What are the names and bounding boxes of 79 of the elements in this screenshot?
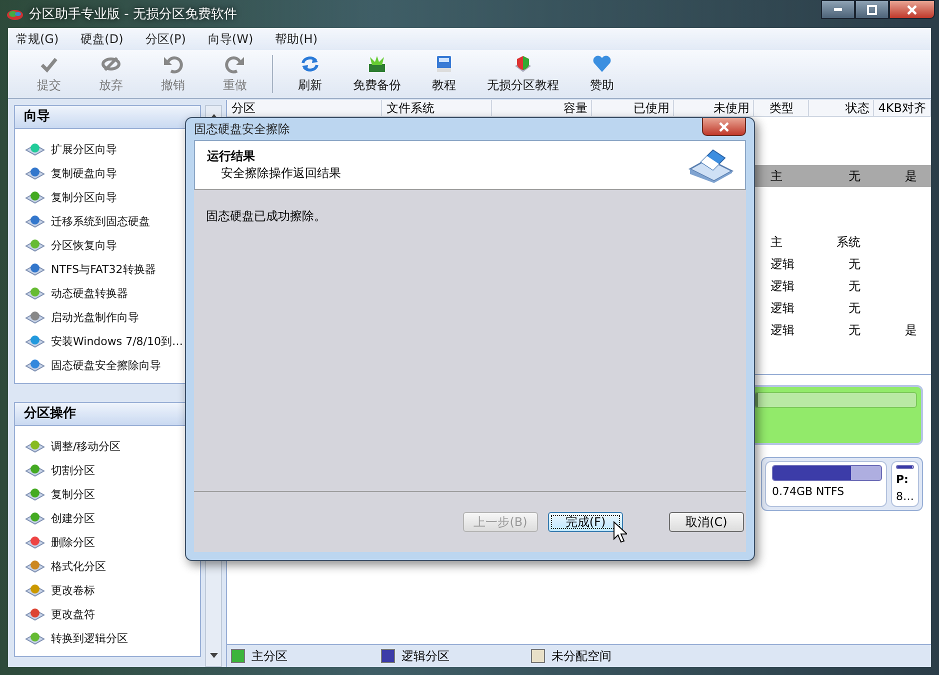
sidebar-item[interactable]: 删除分区 bbox=[51, 534, 95, 550]
close-button[interactable] bbox=[702, 118, 746, 136]
menu-item[interactable]: 硬盘(D) bbox=[78, 30, 134, 48]
sidebar-item[interactable]: 转换到逻辑分区 bbox=[51, 630, 128, 646]
maximize-button[interactable] bbox=[855, 0, 889, 19]
sidebar-item[interactable]: 扩展分区向导 bbox=[51, 142, 117, 156]
dialog-button[interactable]: 取消(C) bbox=[669, 512, 744, 532]
sidebar-item[interactable]: 切割分区 bbox=[51, 462, 95, 478]
scroll-down-icon bbox=[210, 653, 218, 658]
result-message: 固态硬盘已成功擦除。 bbox=[206, 209, 326, 223]
sidebar-item[interactable]: 格式化分区 bbox=[51, 558, 106, 574]
sidebar-item[interactable]: 动态硬盘转换器 bbox=[51, 286, 128, 300]
table-cell-text: 逻辑 bbox=[769, 322, 796, 338]
menu-item[interactable]: 帮助(H) bbox=[273, 30, 328, 48]
app-icon bbox=[6, 7, 24, 21]
column-header[interactable]: 状态 bbox=[809, 100, 874, 117]
table-cell-text: 逻辑 bbox=[769, 278, 796, 294]
maximize-icon bbox=[867, 4, 877, 14]
menu-item[interactable]: 常规(G) bbox=[14, 30, 69, 48]
close-icon bbox=[907, 4, 917, 14]
shield-icon bbox=[513, 54, 533, 74]
sidebar-item[interactable]: 复制分区向导 bbox=[51, 190, 117, 204]
table-cell-text: 无 bbox=[847, 256, 862, 272]
table-cell-text: 系统 bbox=[835, 234, 862, 250]
plant-icon bbox=[367, 54, 387, 74]
cursor-icon bbox=[613, 521, 627, 543]
toolbar-button[interactable]: 免费备份 bbox=[341, 54, 413, 94]
heart-icon bbox=[592, 54, 612, 74]
close-button[interactable] bbox=[889, 0, 935, 19]
sidebar-item[interactable]: 分区恢复向导 bbox=[51, 238, 117, 252]
close-icon bbox=[719, 122, 729, 132]
redo-icon bbox=[225, 54, 245, 74]
window-title: 分区助手专业版 - 无损分区免费软件 bbox=[29, 6, 237, 23]
sidebar-item[interactable]: 创建分区 bbox=[51, 510, 95, 526]
minimize-button[interactable] bbox=[821, 0, 855, 19]
table-cell-text: 无 bbox=[847, 300, 862, 316]
dialog-subheading: 安全擦除操作返回结果 bbox=[220, 165, 341, 182]
toolbar-button[interactable]: 无损分区教程 bbox=[475, 54, 571, 94]
sidebar-item[interactable]: 迁移系统到固态硬盘 bbox=[51, 214, 150, 228]
table-cell-text: 逻辑 bbox=[769, 300, 796, 316]
toolbar-button[interactable]: 教程 bbox=[413, 54, 475, 94]
legend-label: 主分区 bbox=[251, 648, 288, 664]
refresh-icon bbox=[300, 54, 320, 74]
sidebar-item[interactable]: 安装Windows 7/8/10到… bbox=[51, 334, 184, 348]
eraser-disk-icon bbox=[687, 147, 735, 183]
table-cell-text: 是 bbox=[904, 168, 918, 184]
table-cell-text: 逻辑 bbox=[769, 256, 796, 272]
table-cell-text: 主 bbox=[769, 168, 784, 184]
sidebar-item[interactable]: 固态硬盘安全擦除向导 bbox=[51, 358, 161, 372]
drive-letter: P: bbox=[896, 473, 910, 486]
table-cell-text: 无 bbox=[847, 278, 862, 294]
book-icon bbox=[434, 54, 454, 74]
table-cell-text: 无 bbox=[847, 168, 862, 184]
toolbar-button[interactable]: 赞助 bbox=[571, 54, 633, 94]
toolbar-button[interactable]: 刷新 bbox=[279, 54, 341, 94]
partition-block[interactable]: P: 8… bbox=[891, 461, 919, 507]
sidebar-item[interactable]: 调整/移动分区 bbox=[51, 438, 121, 454]
menu-item[interactable]: 分区(P) bbox=[143, 30, 196, 48]
column-header[interactable]: 4KB对齐 bbox=[874, 100, 931, 117]
discard-icon bbox=[101, 54, 121, 74]
menu-item[interactable]: 向导(W) bbox=[206, 30, 264, 48]
dialog-heading: 运行结果 bbox=[207, 148, 256, 165]
sidebar-item[interactable]: 更改盘符 bbox=[51, 606, 95, 622]
sidebar-item[interactable]: 复制硬盘向导 bbox=[51, 166, 117, 180]
partition-info: 0.74GB NTFS bbox=[772, 485, 846, 498]
sidebar-item[interactable]: 更改卷标 bbox=[51, 582, 95, 598]
sidebar-item[interactable]: NTFS与FAT32转换器 bbox=[51, 262, 156, 276]
table-cell-text: 是 bbox=[904, 322, 918, 338]
column-header[interactable]: 类型 bbox=[754, 100, 810, 117]
minimize-icon bbox=[834, 8, 842, 11]
sidebar-item[interactable]: 复制分区 bbox=[51, 486, 95, 502]
undo-icon bbox=[163, 54, 183, 74]
table-cell-text: 无 bbox=[847, 322, 862, 338]
legend-label: 未分配空间 bbox=[551, 648, 612, 664]
partition-block[interactable]: 0.74GB NTFS bbox=[765, 461, 887, 507]
partition-info: 8… bbox=[896, 490, 914, 503]
legend-label: 逻辑分区 bbox=[401, 648, 450, 664]
table-cell-text: 主 bbox=[769, 234, 784, 250]
sidebar-item[interactable]: 启动光盘制作向导 bbox=[51, 310, 139, 324]
